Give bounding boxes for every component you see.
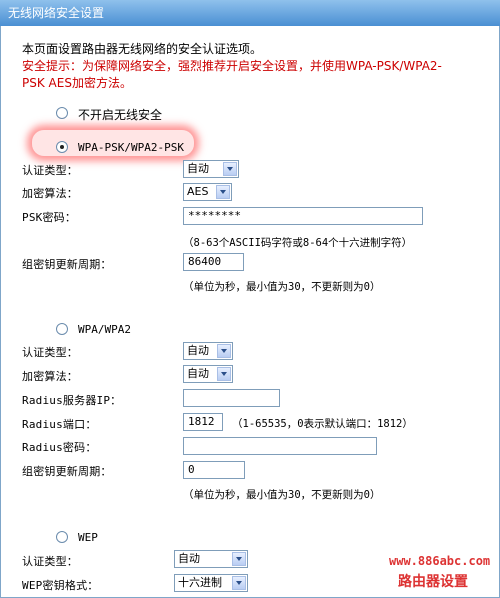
security-tip-line2: PSK AES加密方法。 [22, 76, 132, 90]
radio-wpa[interactable] [56, 323, 68, 335]
wpa-enc-label: 加密算法： [22, 370, 78, 383]
radio-no-security-label: 不开启无线安全 [78, 108, 163, 122]
wpapsk-period-input[interactable]: 86400 [183, 253, 244, 271]
wep-format-select[interactable]: 十六进制 [174, 574, 248, 592]
wpa-period-label: 组密钥更新周期： [22, 465, 112, 478]
wpapsk-auth-value: 自动 [187, 162, 209, 175]
wpa-server-label: Radius服务器IP： [22, 394, 122, 407]
wpapsk-psk-label: PSK密码： [22, 211, 77, 224]
wpa-pwd-input[interactable] [183, 437, 377, 455]
wpapsk-psk-input[interactable]: ******** [183, 207, 423, 225]
radio-wpa-psk[interactable] [56, 141, 68, 153]
chevron-down-icon [232, 552, 246, 566]
watermark-url: www.886abc.com [389, 554, 491, 568]
wpapsk-period-hint: （单位为秒，最小值为30，不更新则为0） [183, 281, 381, 293]
wep-auth-value: 自动 [178, 552, 200, 565]
wpapsk-auth-select[interactable]: 自动 [183, 160, 239, 178]
intro-text: 本页面设置路由器无线网络的安全认证选项。 [22, 42, 263, 56]
window-title: 无线网络安全设置 [0, 0, 500, 26]
wpa-auth-select[interactable]: 自动 [183, 342, 233, 360]
wpapsk-psk-hint: （8-63个ASCII码字符或8-64个十六进制字符） [183, 237, 413, 249]
wpa-period-input[interactable]: 0 [183, 461, 245, 479]
wpa-period-hint: （单位为秒，最小值为30，不更新则为0） [183, 489, 381, 501]
wpapsk-enc-select[interactable]: AES [183, 183, 232, 201]
radio-wep-label: WEP [78, 531, 98, 544]
chevron-down-icon [217, 344, 231, 358]
wpapsk-enc-label: 加密算法： [22, 187, 78, 200]
radio-wpa-psk-label: WPA-PSK/WPA2-PSK [78, 141, 184, 154]
wpa-port-input[interactable]: 1812 [183, 413, 223, 431]
wpapsk-auth-label: 认证类型： [22, 164, 78, 177]
security-tip-line1: 安全提示：为保障网络安全，强烈推荐开启安全设置，并使用WPA-PSK/WPA2- [22, 59, 442, 73]
radio-wpa-label: WPA/WPA2 [78, 323, 131, 336]
wep-format-value: 十六进制 [178, 576, 222, 589]
chevron-down-icon [223, 162, 237, 176]
radio-no-security[interactable] [56, 107, 68, 119]
wpa-auth-value: 自动 [187, 344, 209, 357]
wpa-pwd-label: Radius密码： [22, 441, 97, 454]
chevron-down-icon [232, 576, 246, 590]
wpa-port-label: Radius端口： [22, 418, 97, 431]
wpapsk-period-label: 组密钥更新周期： [22, 258, 112, 271]
wpa-server-input[interactable] [183, 389, 280, 407]
watermark-text: 路由器设置 [398, 574, 468, 590]
wep-format-label: WEP密钥格式： [22, 579, 99, 592]
radio-wep[interactable] [56, 531, 68, 543]
wpa-enc-select[interactable]: 自动 [183, 365, 233, 383]
wep-auth-label: 认证类型： [22, 555, 78, 568]
chevron-down-icon [216, 185, 230, 199]
wpapsk-enc-value: AES [187, 185, 209, 198]
wpa-auth-label: 认证类型： [22, 346, 78, 359]
chevron-down-icon [217, 367, 231, 381]
wpa-enc-value: 自动 [187, 367, 209, 380]
wpa-port-hint: （1-65535，0表示默认端口：1812） [232, 418, 413, 430]
wep-auth-select[interactable]: 自动 [174, 550, 248, 568]
